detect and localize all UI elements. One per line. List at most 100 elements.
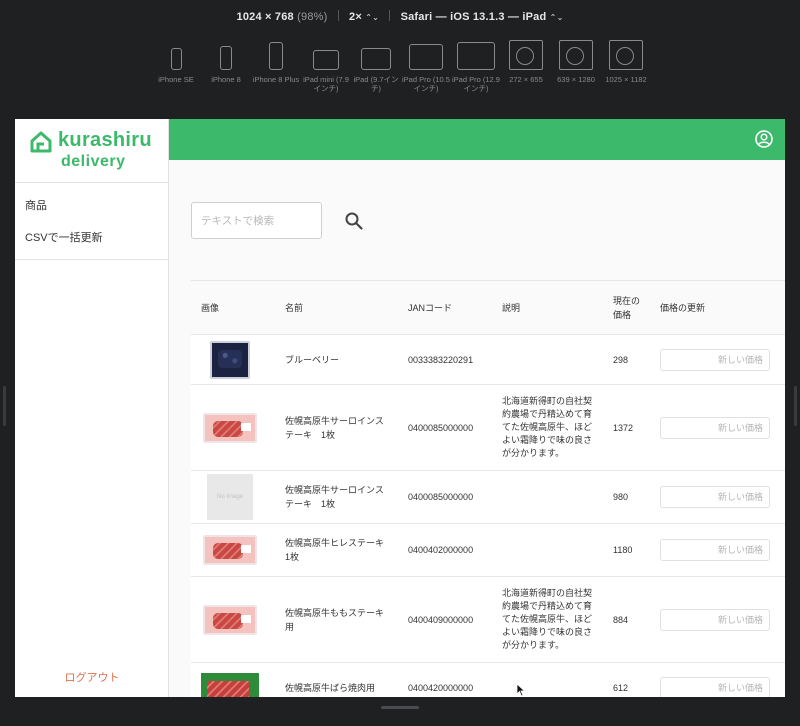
cell-price: 298 (603, 334, 650, 385)
resize-handle-bottom[interactable] (381, 706, 419, 709)
cell-image (191, 576, 275, 663)
device-preset[interactable]: iPad Pro (12.9インチ) (450, 40, 502, 93)
cell-jan: 0033383220291 (398, 334, 492, 385)
cell-description (492, 523, 603, 577)
table-row: No Image 佐幌高原牛サーロインステーキ 1枚 0400085000000 98… (191, 470, 785, 524)
divider (337, 10, 339, 21)
cell-price: 980 (603, 470, 650, 524)
chevron-updown-icon: ⌃⌄ (365, 13, 380, 22)
column-header-description: 説明 (492, 280, 603, 335)
cell-name: 佐幌高原牛ヒレステーキ 1枚 (275, 523, 398, 577)
column-header-price: 現在の価格 (603, 280, 650, 335)
cell-image (191, 334, 275, 385)
device-selector[interactable]: Safari — iOS 13.1.3 — iPad ⌃⌄ (401, 11, 564, 23)
device-icon (409, 44, 443, 70)
search-icon[interactable] (344, 211, 364, 231)
device-preset[interactable]: iPhone 8 Plus (250, 40, 302, 84)
device-preset-label: 639 × 1280 (557, 75, 595, 84)
cell-update (650, 662, 785, 697)
device-icon (457, 42, 495, 70)
logo-name: kurashiru (58, 129, 152, 151)
cell-jan: 0400420000000 (398, 662, 492, 697)
device-preset-label: iPhone 8 Plus (252, 75, 300, 84)
sidebar-item-products[interactable]: 商品 (15, 189, 168, 221)
table-row: 佐幌高原牛ヒレステーキ 1枚 0400402000000 1180 (191, 523, 785, 577)
new-price-input[interactable] (660, 676, 770, 697)
device-icon (269, 42, 283, 70)
cell-name: 佐幌高原牛サーロインステーキ 1枚 (275, 384, 398, 471)
new-price-input[interactable] (660, 348, 770, 371)
simulator-toolbar: 1024 × 768 (98%) 2× ⌃⌄ Safari — iOS 13.1… (0, 0, 800, 118)
cell-description: 北海道新得町の自社契約農場で丹精込めて育てた佐幌高原牛、ほどよい霜降りで味の良さ… (492, 576, 603, 663)
logout-link[interactable]: ログアウト (15, 669, 169, 685)
cell-update (650, 576, 785, 663)
new-price-input[interactable] (660, 416, 770, 439)
new-price-input[interactable] (660, 608, 770, 631)
cell-jan: 0400409000000 (398, 576, 492, 663)
compass-icon (609, 40, 643, 70)
app-viewport: kurashiru delivery 商品 CSVで一括更新 ログアウト テキス… (15, 119, 785, 697)
logo[interactable]: kurashiru delivery (15, 119, 168, 183)
compass-icon (559, 40, 593, 70)
product-thumbnail (201, 336, 259, 383)
cell-price: 884 (603, 576, 650, 663)
device-preset-label: iPad mini (7.9インチ) (303, 75, 349, 93)
device-preset-label: 1025 × 1182 (605, 75, 647, 84)
cell-image (191, 662, 275, 697)
new-price-input[interactable] (660, 539, 770, 561)
cell-image: No Image (191, 470, 275, 524)
device-icon (170, 48, 182, 70)
product-thumbnail (201, 664, 259, 697)
cell-name: 佐幌高原牛ばら焼肉用 (275, 662, 398, 697)
search-input[interactable] (191, 202, 322, 239)
product-image: No Image (207, 474, 253, 520)
device-preset-label: iPhone 8 (211, 75, 241, 84)
table-body: ブルーベリー0033383220291298佐幌高原牛サーロインステーキ 1枚0… (191, 334, 785, 697)
product-thumbnail (201, 527, 259, 573)
device-preset-label: 272 × 655 (509, 75, 543, 84)
new-price-input[interactable] (660, 486, 770, 508)
table-row: 佐幌高原牛サーロインステーキ 1枚 0400085000000 北海道新得町の自社契… (191, 384, 785, 471)
device-preset[interactable]: iPhone SE (150, 40, 202, 84)
device-preset[interactable]: iPad Pro (10.5インチ) (400, 40, 452, 93)
top-bar (169, 119, 785, 160)
product-image (203, 604, 257, 635)
product-image (201, 672, 259, 697)
column-header-image: 画像 (191, 280, 275, 335)
device-preset-label: iPhone SE (158, 75, 194, 84)
sidebar: kurashiru delivery 商品 CSVで一括更新 ログアウト (15, 119, 169, 697)
product-thumbnail: No Image (201, 474, 259, 520)
sidebar-nav: 商品 CSVで一括更新 (15, 183, 168, 260)
table-row: 佐幌高原牛ももステーキ用 0400409000000 北海道新得町の自社契約農場で丹… (191, 576, 785, 663)
product-image (203, 535, 257, 565)
cell-name: 佐幌高原牛ももステーキ用 (275, 576, 398, 663)
cell-name: 佐幌高原牛サーロインステーキ 1枚 (275, 470, 398, 524)
sidebar-item-csv-update[interactable]: CSVで一括更新 (15, 221, 168, 253)
device-preset[interactable]: iPad (9.7インチ) (350, 40, 402, 93)
chevron-updown-icon: ⌃⌄ (549, 13, 564, 22)
resolution-label: 1024 × 768 (236, 11, 294, 23)
device-icon (361, 48, 391, 70)
account-icon[interactable] (755, 130, 773, 148)
column-header-name: 名前 (275, 280, 398, 335)
product-image (210, 340, 250, 379)
device-icon (313, 50, 339, 70)
cell-jan: 0400402000000 (398, 523, 492, 577)
cell-description: 北海道新得町の自社契約農場で丹精込めて育てた佐幌高原牛、ほどよい霜降りで味の良さ… (492, 384, 603, 471)
device-preset[interactable]: 272 × 655 (500, 40, 552, 84)
product-table: 画像 名前 JANコード 説明 現在の価格 価格の更新 ブルーベリー 003338… (191, 280, 785, 697)
cell-jan: 0400085000000 (398, 384, 492, 471)
cell-update (650, 384, 785, 471)
device-preset[interactable]: 1025 × 1182 (600, 40, 652, 84)
device-preset-label: iPad (9.7インチ) (353, 75, 399, 93)
resize-handle-right[interactable] (794, 386, 797, 426)
cell-jan: 0400085000000 (398, 470, 492, 524)
table-row: ブルーベリー 0033383220291 298 (191, 334, 785, 385)
scale-selector[interactable]: 2× ⌃⌄ (349, 11, 379, 23)
device-preset[interactable]: 639 × 1280 (550, 40, 602, 84)
main-content: 画像 名前 JANコード 説明 現在の価格 価格の更新 ブルーベリー003338… (169, 160, 785, 697)
device-preset[interactable]: iPhone 8 (200, 40, 252, 84)
cell-image (191, 523, 275, 577)
device-preset[interactable]: iPad mini (7.9インチ) (300, 40, 352, 93)
resize-handle-left[interactable] (3, 386, 6, 426)
